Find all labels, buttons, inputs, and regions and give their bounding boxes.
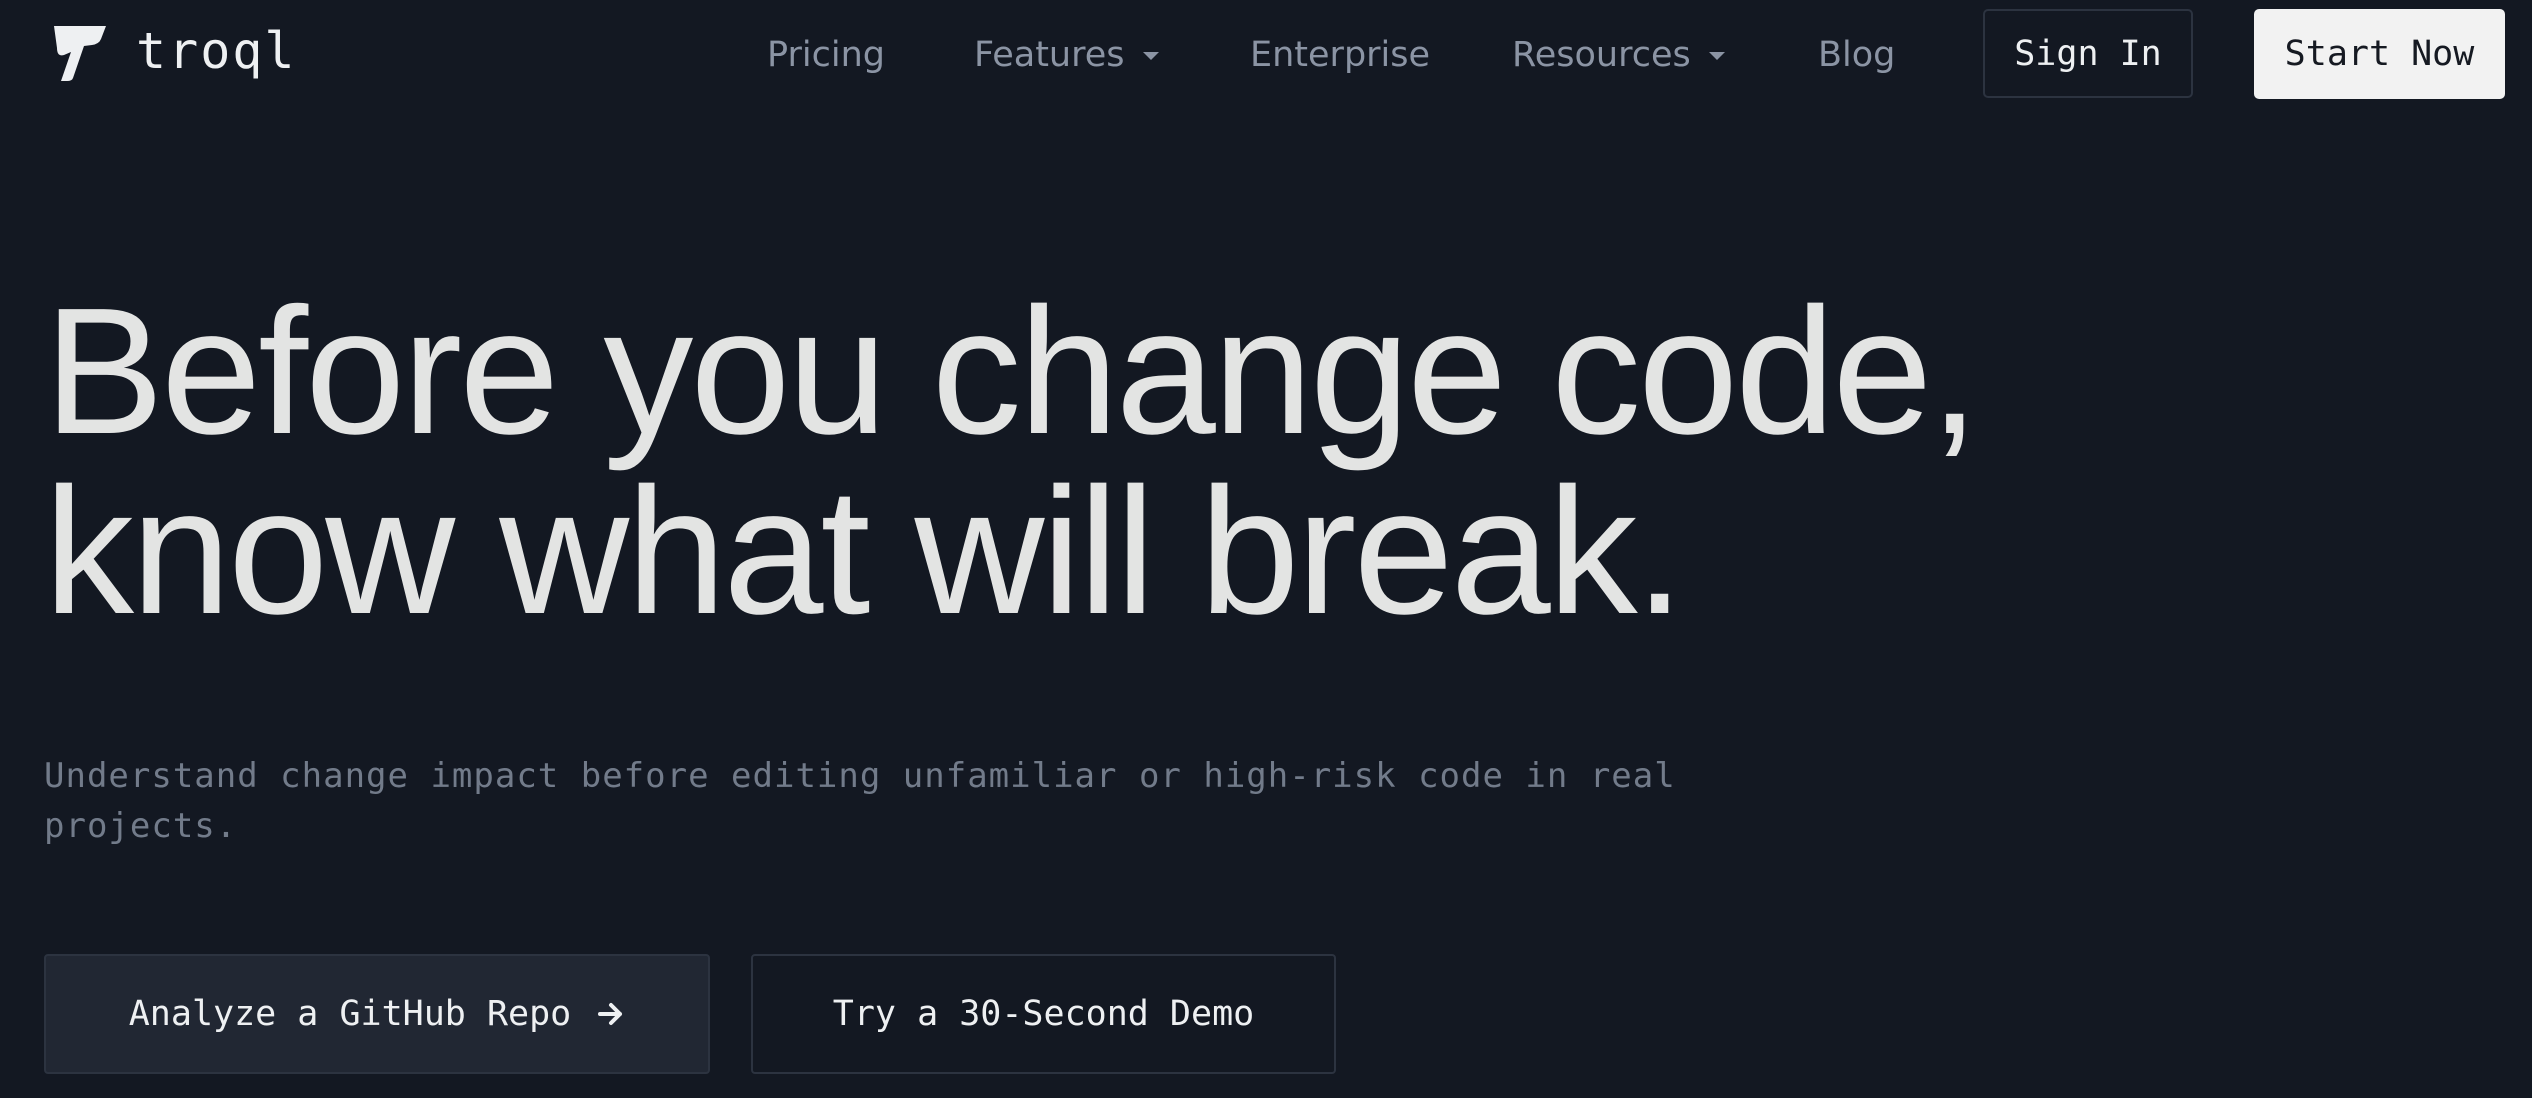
nav-pricing[interactable]: Pricing <box>767 30 885 80</box>
chevron-down-icon <box>1708 52 1725 60</box>
nav-features-label: Features <box>974 35 1125 75</box>
troql-logo-icon <box>54 26 106 81</box>
nav-enterprise-label: Enterprise <box>1250 35 1431 75</box>
chevron-down-icon <box>1142 52 1159 60</box>
try-demo-button[interactable]: Try a 30-Second Demo <box>751 954 1336 1074</box>
hero-headline: Before you change code, know what will b… <box>44 271 1979 652</box>
nav-resources-label: Resources <box>1512 35 1691 75</box>
nav-enterprise[interactable]: Enterprise <box>1250 30 1430 80</box>
hero-headline-line-2: know what will break. <box>44 451 1685 652</box>
start-now-button[interactable]: Start Now <box>2254 9 2505 99</box>
try-demo-label: Try a 30-Second Demo <box>832 994 1255 1034</box>
nav-features[interactable]: Features <box>974 30 1159 80</box>
hero-headline-line-1: Before you change code, <box>44 271 1979 472</box>
arrow-right-icon <box>598 1003 623 1025</box>
nav-resources[interactable]: Resources <box>1512 30 1725 80</box>
start-now-label: Start Now <box>2284 34 2475 74</box>
analyze-repo-button[interactable]: Analyze a GitHub Repo <box>44 954 710 1074</box>
nav-blog-label: Blog <box>1818 35 1896 75</box>
analyze-repo-label: Analyze a GitHub Repo <box>128 994 572 1034</box>
sign-in-button[interactable]: Sign In <box>1983 9 2193 98</box>
brand-name: troql <box>136 22 297 80</box>
sign-in-label: Sign In <box>2014 33 2162 74</box>
logo-link[interactable]: troql <box>48 22 297 84</box>
nav-blog[interactable]: Blog <box>1818 30 1895 80</box>
hero-subtitle: Understand change impact before editing … <box>44 756 1676 846</box>
nav-pricing-label: Pricing <box>767 35 885 75</box>
